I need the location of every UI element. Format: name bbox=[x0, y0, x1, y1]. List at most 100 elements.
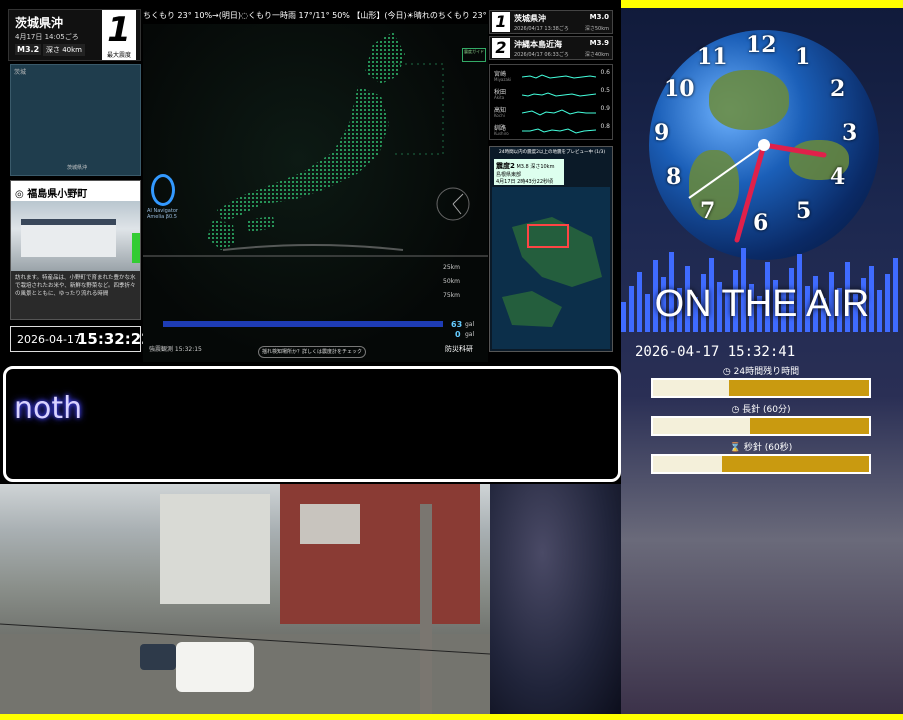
ai-navigator-icon bbox=[151, 174, 175, 206]
eq-mag: M3.0 bbox=[589, 13, 609, 21]
camera-status-tag bbox=[132, 233, 140, 263]
epicenter-mini-map: 茨城 茨城県沖 bbox=[10, 64, 141, 176]
dist-75km: 75km bbox=[443, 292, 460, 299]
earthquake-preview: 24時間以内の震度2以上の地震をプレビュー中 (1/3) 震度2 M3.8 深さ… bbox=[489, 146, 613, 352]
preview-header: 震度2 M3.8 深さ10km 島根県東部 4月17日 2時43分22秒頃 bbox=[494, 159, 564, 185]
preview-place: 島根県東部 bbox=[496, 172, 522, 178]
gal-unit-1: gal bbox=[465, 321, 475, 328]
preview-map-svg bbox=[502, 217, 602, 327]
gal-unit-2: gal bbox=[465, 331, 475, 338]
timer-bar-second bbox=[651, 454, 871, 474]
dist-50km: 50km bbox=[443, 278, 460, 285]
latest-earthquake-card: 茨城県沖 4月17日 14:05ごろ M3.2 深さ 40km 1 最大震度 bbox=[8, 9, 141, 61]
waveform bbox=[522, 109, 596, 116]
japan-map-svg bbox=[143, 32, 488, 327]
preview-time: 4月17日 2時43分22秒頃 bbox=[496, 179, 554, 185]
eq-name: 茨城県沖 bbox=[514, 14, 546, 23]
seismo-row: 宮崎 Miyazaki 0.6 bbox=[494, 69, 612, 85]
station-romaji: Akita bbox=[494, 95, 505, 100]
eq-depth: 深さ40km bbox=[584, 52, 609, 58]
eq-rank: 2 bbox=[492, 38, 510, 58]
timer-fill bbox=[653, 380, 729, 396]
eq-magnitude: M3.2 bbox=[15, 44, 42, 55]
eq-mag: M3.9 bbox=[589, 39, 609, 47]
station-value: 0.6 bbox=[600, 69, 610, 76]
seismo-row: 高知 Kochi 0.9 bbox=[494, 105, 612, 121]
dist-25km: 25km bbox=[443, 264, 460, 271]
seismo-row: 秋田 Akita 0.5 bbox=[494, 87, 612, 103]
station-value: 0.8 bbox=[600, 123, 610, 130]
clock-number: 9 bbox=[654, 120, 670, 146]
seismo-row: 釧路 Kushiro 0.8 bbox=[494, 123, 612, 139]
clock-time: 15:32:22 bbox=[77, 330, 152, 348]
clock-number: 1 bbox=[795, 44, 811, 70]
preview-map bbox=[492, 187, 610, 349]
waveform bbox=[522, 128, 596, 134]
clock-number: 12 bbox=[746, 32, 777, 58]
clock-number: 10 bbox=[664, 76, 695, 102]
station-romaji: Miyazaki bbox=[494, 77, 512, 82]
clock-date: 2026-04-17 bbox=[17, 333, 81, 346]
camera-location: ◎ 福島県小野町 bbox=[15, 189, 88, 200]
live-camera-card: ◎ 福島県小野町 訪れます。特産品は、小野町で育まれた豊かな水で栽培されたお米や… bbox=[10, 180, 141, 320]
clock-number: 2 bbox=[830, 76, 846, 102]
clock-number: 5 bbox=[796, 198, 812, 224]
top-accent-bar bbox=[621, 0, 903, 8]
eq-time: 2026/04/17 13:38ごろ bbox=[514, 26, 569, 32]
eq-depth: 深さ 40km bbox=[43, 44, 86, 56]
station-romaji: Kushiro bbox=[494, 131, 509, 136]
station-value: 0.5 bbox=[600, 87, 610, 94]
street-scene bbox=[0, 484, 490, 714]
check-intensity-button[interactable]: 揺れ検知場所か？詳しくは震度計をチェック bbox=[258, 346, 366, 358]
eq-name: 沖縄本島近海 bbox=[514, 40, 562, 49]
list-item: 1 茨城県沖 M3.0 2026/04/17 13:38ごろ 深さ50km bbox=[489, 10, 613, 34]
station-romaji: Kochi bbox=[494, 113, 505, 118]
timer-fill bbox=[653, 456, 723, 472]
message-text: noth bbox=[14, 391, 83, 426]
station-value: 0.9 bbox=[600, 105, 610, 112]
max-intensity-badge: 1 最大震度 bbox=[102, 10, 136, 60]
observation-time: 強震観測 15:32:15 bbox=[149, 346, 202, 353]
clock-number: 8 bbox=[666, 164, 682, 190]
camera-description: 訪れます。特産品は、小野町で育まれた豊かな水で栽培されたお米や、新鮮な野菜など。… bbox=[11, 271, 140, 319]
clock-number: 6 bbox=[753, 210, 769, 236]
max-intensity-label: 最大震度 bbox=[106, 52, 131, 59]
on-air-datetime: 2026-04-17 15:32:41 bbox=[635, 344, 796, 360]
mini-map-label: 茨城 bbox=[14, 69, 27, 76]
digital-clock: 2026-04-17 15:32:22 bbox=[10, 326, 152, 352]
preview-intensity: 震度2 bbox=[496, 162, 515, 170]
eq-depth: 深さ50km bbox=[584, 26, 609, 32]
nied-credit: 防災科研 bbox=[445, 345, 473, 353]
clock-number: 11 bbox=[697, 44, 728, 70]
eq-region: 茨城県沖 bbox=[15, 16, 64, 30]
timer-bar-24h bbox=[651, 378, 871, 398]
clock-number: 7 bbox=[700, 198, 716, 224]
seismograph-panel: 宮崎 Miyazaki 0.6 秋田 Akita 0.5 高知 Kochi 0.… bbox=[489, 64, 613, 140]
clock-number: 3 bbox=[842, 120, 858, 146]
stream-overlay: 茨城県沖 4月17日 14:05ごろ M3.2 深さ 40km 1 最大震度 茨… bbox=[0, 0, 903, 720]
preview-title: 24時間以内の震度2以上の地震をプレビュー中 (1/3) bbox=[498, 150, 606, 155]
list-item: 2 沖縄本島近海 M3.9 2026/04/17 06:33ごろ 深さ40km bbox=[489, 36, 613, 60]
eq-time: 2026/04/17 06:33ごろ bbox=[514, 52, 569, 58]
bottom-accent-bar bbox=[0, 714, 903, 720]
max-intensity-value: 1 bbox=[107, 10, 131, 50]
space-background bbox=[490, 484, 621, 714]
timer-label-second: ⌛ 秒針 (60秒) bbox=[729, 443, 793, 453]
timer-fill bbox=[653, 418, 751, 434]
timer-label-24h: ◷ 24時間残り時間 bbox=[722, 367, 800, 377]
message-bar: noth bbox=[3, 366, 621, 482]
recent-earthquakes: 1 茨城県沖 M3.0 2026/04/17 13:38ごろ 深さ50km 2 … bbox=[489, 10, 613, 60]
preview-mag: M3.8 深さ10km bbox=[516, 164, 555, 170]
seismic-map: AI Navigator Amelia β0.5 震度ガイド 25km 50km… bbox=[143, 24, 488, 362]
eq-rank: 1 bbox=[492, 12, 510, 32]
waveform bbox=[522, 74, 596, 79]
clock-number: 4 bbox=[830, 164, 846, 190]
camera-photo bbox=[11, 201, 140, 271]
gal-value-2: 0 bbox=[455, 330, 461, 339]
timer-bar-minute bbox=[651, 416, 871, 436]
timer-label-minute: ◷ 長針 (60分) bbox=[731, 405, 791, 415]
mini-map-region-label: 茨城県沖 bbox=[67, 165, 88, 171]
eq-time: 4月17日 14:05ごろ bbox=[15, 33, 79, 41]
intensity-legend: 震度ガイド bbox=[462, 48, 486, 62]
on-air-title: ON THE AIR bbox=[654, 283, 870, 325]
